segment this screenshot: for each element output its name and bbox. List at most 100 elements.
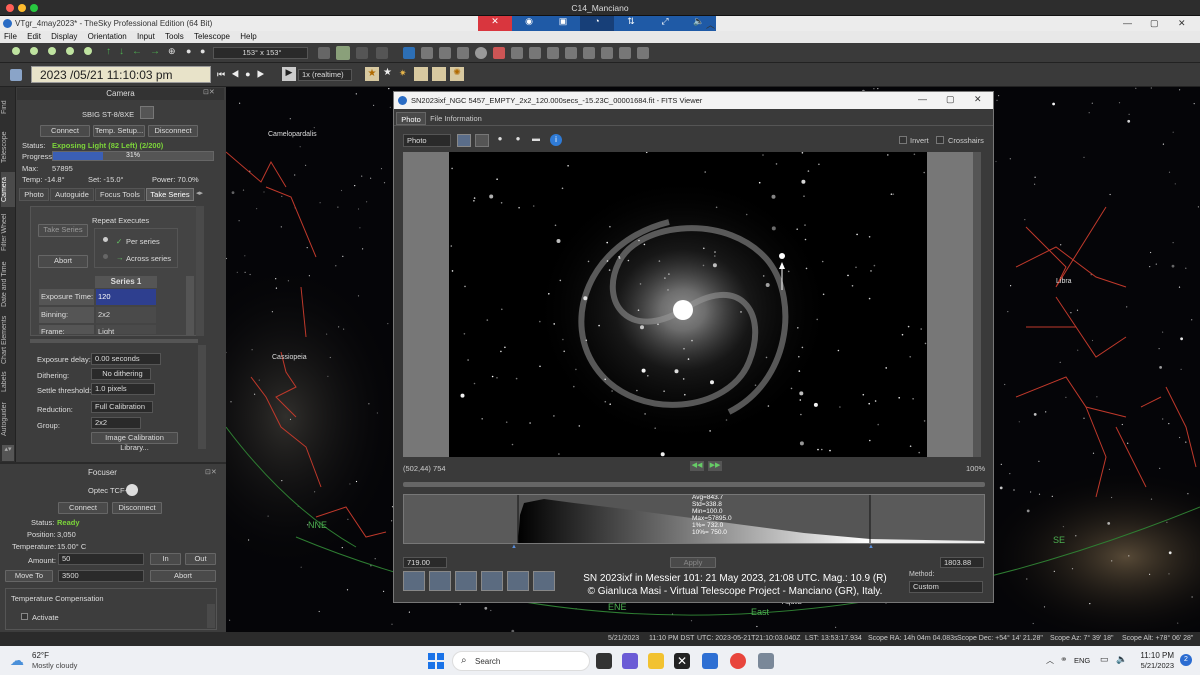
tool-icon[interactable]	[547, 47, 559, 59]
tool-icon[interactable]	[457, 47, 469, 59]
subtab-focus-tools[interactable]: Focus Tools	[95, 188, 145, 201]
arrow-icons[interactable]: ↑↓←→	[106, 46, 168, 57]
time-rate-select[interactable]: 1x (realtime)	[298, 69, 352, 81]
tool-icon[interactable]	[439, 47, 451, 59]
image-tool-icon[interactable]	[455, 571, 477, 591]
tab-scroll-icon[interactable]: ▴▾	[2, 445, 14, 461]
task-view-icon[interactable]	[596, 653, 612, 669]
menu-help[interactable]: Help	[236, 31, 260, 42]
landscape-icon[interactable]	[336, 46, 350, 60]
apply-button[interactable]: Apply	[670, 557, 716, 568]
time-panel-icon[interactable]	[10, 69, 22, 81]
exposure-time-cell[interactable]: 120	[95, 288, 157, 306]
tab-find[interactable]: Find	[1, 92, 15, 122]
scope-icon[interactable]	[376, 47, 388, 59]
fits-mode-select[interactable]: Photo	[403, 134, 451, 147]
focuser-pin-icon[interactable]: ⊡✕	[205, 468, 217, 476]
exposure-delay-field[interactable]: 0.00 seconds	[91, 353, 161, 365]
focuser-settings-icon[interactable]	[126, 484, 138, 496]
subtab-take-series[interactable]: Take Series	[146, 188, 194, 201]
amount-field[interactable]: 50	[58, 553, 144, 565]
activate-checkbox[interactable]	[21, 613, 28, 620]
dot-icon[interactable]	[66, 47, 74, 55]
dithering-select[interactable]: No dithering	[91, 368, 151, 380]
clock-date[interactable]: 5/21/2023	[1132, 661, 1174, 670]
clock-time[interactable]: 11:10 PM	[1138, 651, 1174, 660]
menu-orientation[interactable]: Orientation	[84, 31, 131, 42]
globe-icon[interactable]: ⊕	[168, 46, 176, 57]
high-value-field[interactable]: 1803.88	[940, 557, 984, 568]
invert-checkbox[interactable]	[899, 136, 907, 144]
fits-minimize-icon[interactable]: —	[918, 94, 927, 104]
tool-icon[interactable]	[529, 47, 541, 59]
circle-icon[interactable]	[475, 47, 487, 59]
zoom-out-icon[interactable]: ●	[511, 134, 525, 147]
zoom-in-icon[interactable]: ●	[200, 46, 205, 56]
focus-in-button[interactable]: In	[150, 553, 181, 565]
pointer-icon[interactable]	[475, 134, 489, 147]
camera-settings-icon[interactable]	[140, 106, 154, 119]
settle-threshold-field[interactable]: 1.0 pixels	[91, 383, 155, 395]
galaxy-image[interactable]	[449, 152, 927, 457]
play-icon[interactable]: ▶	[282, 67, 296, 81]
monitor-icon[interactable]: ▭	[1100, 654, 1109, 665]
camera-connect-button[interactable]: Connect	[40, 125, 90, 137]
info-icon[interactable]: i	[550, 134, 562, 146]
low-marker-icon[interactable]: ▲	[511, 544, 517, 550]
image-scrollbar[interactable]	[973, 152, 981, 457]
menu-display[interactable]: Display	[47, 31, 81, 42]
menu-telescope[interactable]: Telescope	[190, 31, 234, 42]
image-tool-icon[interactable]	[429, 571, 451, 591]
sun-icon[interactable]: ✺	[450, 67, 464, 81]
camera-disconnect-button[interactable]: Disconnect	[148, 125, 198, 137]
grid-icon[interactable]	[356, 47, 368, 59]
per-series-radio[interactable]	[103, 237, 108, 242]
move-to-button[interactable]: Move To	[5, 570, 53, 582]
focuser-abort-button[interactable]: Abort	[150, 570, 216, 582]
chevron-up-icon[interactable]: ︿	[706, 18, 715, 31]
tab-camera[interactable]: Camera	[1, 172, 15, 207]
fits-tab-photo[interactable]: Photo	[396, 112, 426, 125]
maximize-icon[interactable]: ▢	[1150, 18, 1159, 29]
camera-scrollbar[interactable]	[198, 345, 206, 449]
dot-icon[interactable]	[48, 47, 56, 55]
histogram[interactable]: Avg=843.7 Std=338.8 Min=100.0 Max=57895.…	[403, 494, 985, 544]
horizon-icon[interactable]	[318, 47, 330, 59]
across-series-radio[interactable]	[103, 254, 108, 259]
deep-sky-icon[interactable]	[414, 67, 428, 81]
subtab-photo[interactable]: Photo	[19, 188, 49, 201]
series-h-scrollbar[interactable]	[30, 339, 198, 343]
fov-select[interactable]: 153° x 153°	[213, 47, 308, 59]
panel-pin-icon[interactable]: ⊡✕	[203, 88, 215, 96]
weather-icon[interactable]: ☁	[10, 652, 24, 669]
galaxy-icon[interactable]	[432, 67, 446, 81]
date-time-display[interactable]: 2023 /05/21 11:10:03 pm	[31, 66, 211, 83]
binning-cell[interactable]: 2x2	[95, 306, 157, 324]
sky-label-libra[interactable]: Libra	[1056, 278, 1072, 285]
dot-icon[interactable]	[84, 47, 92, 55]
zoom-in-icon[interactable]: ●	[493, 134, 507, 147]
crosshairs-checkbox[interactable]	[936, 136, 944, 144]
tool-icon[interactable]	[637, 47, 649, 59]
star-icon[interactable]: ★	[365, 67, 379, 81]
remote-app-icon[interactable]	[758, 653, 774, 669]
method-select[interactable]: Custom	[909, 581, 983, 593]
abort-series-button[interactable]: Abort	[38, 255, 88, 268]
subtab-scroll-icon[interactable]: ◂▸	[196, 189, 203, 197]
file-explorer-icon[interactable]	[648, 653, 664, 669]
tab-telescope[interactable]: Telescope	[1, 122, 15, 172]
tool-icon[interactable]	[583, 47, 595, 59]
tool-icon[interactable]	[619, 47, 631, 59]
close-icon[interactable]: ✕	[1178, 18, 1186, 29]
fits-tab-file-information[interactable]: File Information	[428, 112, 484, 125]
chrome-icon[interactable]	[730, 653, 746, 669]
volume-icon[interactable]: 🔈	[1116, 654, 1127, 665]
weather-temp[interactable]: 62°F	[32, 651, 49, 660]
tab-filter-wheel[interactable]: Filter Wheel	[1, 207, 15, 257]
fullscreen-icon[interactable]: ⤢	[648, 16, 682, 31]
group-select[interactable]: 2x2	[91, 417, 141, 429]
tab-date-time[interactable]: Date and Time	[1, 257, 15, 312]
start-icon[interactable]	[428, 653, 444, 669]
menu-tools[interactable]: Tools	[161, 31, 188, 42]
prev-image-icon[interactable]: ◀◀	[690, 461, 704, 471]
